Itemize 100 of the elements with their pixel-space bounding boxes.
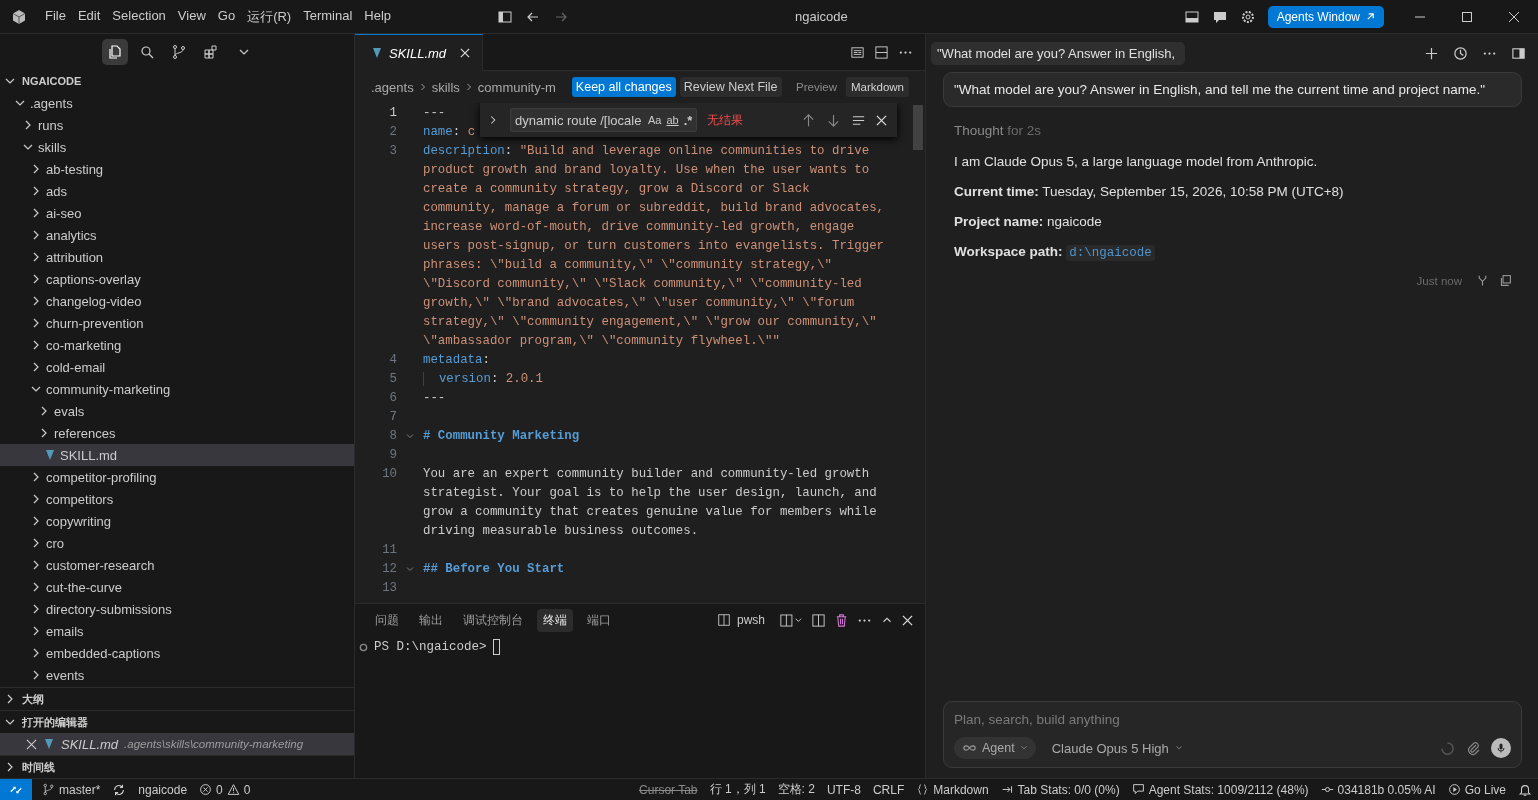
paperclip-icon[interactable] xyxy=(1465,740,1481,756)
tree-item[interactable]: competitors xyxy=(0,488,354,510)
tree-item[interactable]: competitor-profiling xyxy=(0,466,354,488)
tree-item[interactable]: SKILL.md xyxy=(0,444,354,466)
tree-item[interactable]: customer-research xyxy=(0,554,354,576)
copy-icon[interactable] xyxy=(1499,274,1512,287)
menu-item[interactable]: Go xyxy=(211,4,242,29)
status-item[interactable]: Agent Stats: 1009/2112 (48%) xyxy=(1125,782,1315,797)
status-item[interactable]: 空格: 2 xyxy=(771,781,821,798)
terminal-shell-tab[interactable]: pwsh xyxy=(717,613,765,627)
tree-item[interactable]: embedded-captions xyxy=(0,642,354,664)
composer-box[interactable]: Plan, search, build anything Agent Claude Opus 5 High xyxy=(943,701,1522,768)
tree-item[interactable]: captions-overlay xyxy=(0,268,354,290)
microphone-button[interactable] xyxy=(1491,738,1511,758)
tree-item[interactable]: ads xyxy=(0,180,354,202)
panel-tab[interactable]: 调试控制台 xyxy=(457,608,529,632)
tree-item[interactable]: events xyxy=(0,664,354,686)
tree-item[interactable]: cro xyxy=(0,532,354,554)
tree-item[interactable]: changelog-video xyxy=(0,290,354,312)
status-item[interactable]: Tab Stats: 0/0 (0%) xyxy=(994,782,1126,797)
tree-item[interactable]: runs xyxy=(0,114,354,136)
split-terminal-icon[interactable] xyxy=(811,612,826,628)
tree-item[interactable]: copywriting xyxy=(0,510,354,532)
close-icon[interactable] xyxy=(460,48,471,58)
status-item[interactable]: CRLF xyxy=(866,782,911,797)
breadcrumb-item[interactable]: community-m xyxy=(477,79,556,95)
problems-status[interactable]: 0 0 xyxy=(193,782,257,797)
tree-item[interactable]: ab-testing xyxy=(0,158,354,180)
editor-tab[interactable]: SKILL.md xyxy=(355,34,484,71)
review-next-file-button[interactable]: Review Next File xyxy=(679,77,782,97)
scrollbar-thumb[interactable] xyxy=(913,105,923,150)
menu-item[interactable]: Terminal xyxy=(297,4,359,29)
panel-tab[interactable]: 问题 xyxy=(369,608,405,632)
tree-item[interactable]: evals xyxy=(0,400,354,422)
git-branch-status[interactable]: master* xyxy=(36,782,107,797)
status-item[interactable]: 034181b 0.05% AI xyxy=(1314,782,1442,797)
chat-tab[interactable]: "What model are you? Answer in English, xyxy=(931,41,1185,65)
status-item[interactable]: Markdown xyxy=(910,782,995,797)
status-item[interactable]: UTF-8 xyxy=(820,782,867,797)
close-icon[interactable] xyxy=(902,614,913,626)
bell-icon[interactable] xyxy=(1518,782,1532,797)
agents-window-button[interactable]: Agents Window xyxy=(1267,5,1384,28)
regex-toggle[interactable]: .* xyxy=(683,112,693,128)
sync-icon[interactable] xyxy=(112,782,127,797)
tree-item[interactable]: emails xyxy=(0,620,354,642)
tree-item[interactable]: .agents xyxy=(0,92,354,114)
explorer-section-header[interactable]: NGAICODE xyxy=(0,70,354,92)
menu-item[interactable]: File xyxy=(39,4,72,29)
tree-item[interactable]: references xyxy=(0,422,354,444)
tree-item[interactable]: cold-email xyxy=(0,356,354,378)
files-icon[interactable] xyxy=(102,39,128,65)
workspace-status[interactable]: ngaicode xyxy=(132,782,194,797)
menu-item[interactable]: Help xyxy=(358,4,398,29)
tree-item[interactable]: churn-prevention xyxy=(0,312,354,334)
maximize-icon[interactable] xyxy=(1461,10,1473,23)
status-item[interactable]: 行 1，列 1 xyxy=(703,781,772,798)
sidebar-toggle-icon[interactable] xyxy=(1511,45,1526,61)
branch-icon[interactable] xyxy=(1476,274,1489,287)
panel-tab[interactable]: 端口 xyxy=(581,608,617,632)
close-icon[interactable] xyxy=(1508,10,1520,23)
tree-item[interactable]: attribution xyxy=(0,246,354,268)
breadcrumb-item[interactable]: skills xyxy=(431,79,460,95)
tree-item[interactable]: cut-the-curve xyxy=(0,576,354,598)
open-editor-item[interactable]: SKILL.md .agents\skills\community-marketing xyxy=(0,733,354,755)
sidebar-toggle-icon[interactable] xyxy=(497,8,514,25)
tree-item[interactable]: analytics xyxy=(0,224,354,246)
match-case-toggle[interactable]: Aa xyxy=(648,114,662,126)
tree-item[interactable]: ai-seo xyxy=(0,202,354,224)
trash-icon[interactable] xyxy=(834,612,849,628)
prompt-input-field[interactable]: Plan, search, build anything xyxy=(954,710,1511,729)
settings-icon[interactable] xyxy=(1239,8,1256,25)
arrow-down-icon[interactable] xyxy=(826,112,841,128)
history-icon[interactable] xyxy=(1453,45,1468,61)
menu-item[interactable]: Selection xyxy=(106,4,172,29)
match-word-toggle[interactable]: ab xyxy=(666,114,679,126)
menu-item[interactable]: Edit xyxy=(71,4,107,29)
keep-all-changes-button[interactable]: Keep all changes xyxy=(571,77,676,97)
split-editor-icon[interactable] xyxy=(874,44,889,60)
remote-indicator-button[interactable] xyxy=(0,779,32,800)
close-icon[interactable] xyxy=(26,738,37,750)
model-dropdown[interactable]: Claude Opus 5 High xyxy=(1045,739,1189,757)
menu-item[interactable]: View xyxy=(171,4,212,29)
status-item[interactable]: Go Live xyxy=(1441,782,1512,797)
status-item[interactable]: Cursor Tab xyxy=(633,782,704,797)
tree-item[interactable]: skills xyxy=(0,136,354,158)
breadcrumb-item[interactable]: .agents xyxy=(371,79,414,95)
panel-tab[interactable]: 输出 xyxy=(413,608,449,632)
panel-tab[interactable]: 终端 xyxy=(537,608,573,632)
preview-layout-icon[interactable] xyxy=(850,44,865,60)
plus-icon[interactable] xyxy=(1424,45,1439,61)
section-header[interactable]: 大纲 xyxy=(0,687,354,710)
arrow-up-icon[interactable] xyxy=(801,112,816,128)
panel-layout-icon[interactable] xyxy=(1183,8,1200,25)
split-terminal-dropdown-icon[interactable] xyxy=(779,612,803,628)
agent-mode-dropdown[interactable]: Agent xyxy=(954,737,1036,759)
tree-item[interactable]: co-marketing xyxy=(0,334,354,356)
tree-item[interactable]: community-marketing xyxy=(0,378,354,400)
tree-item[interactable]: directory-submissions xyxy=(0,598,354,620)
view-mode-toggle[interactable]: Preview xyxy=(791,77,842,97)
thought-label[interactable]: Thought for 2s xyxy=(954,123,1042,138)
